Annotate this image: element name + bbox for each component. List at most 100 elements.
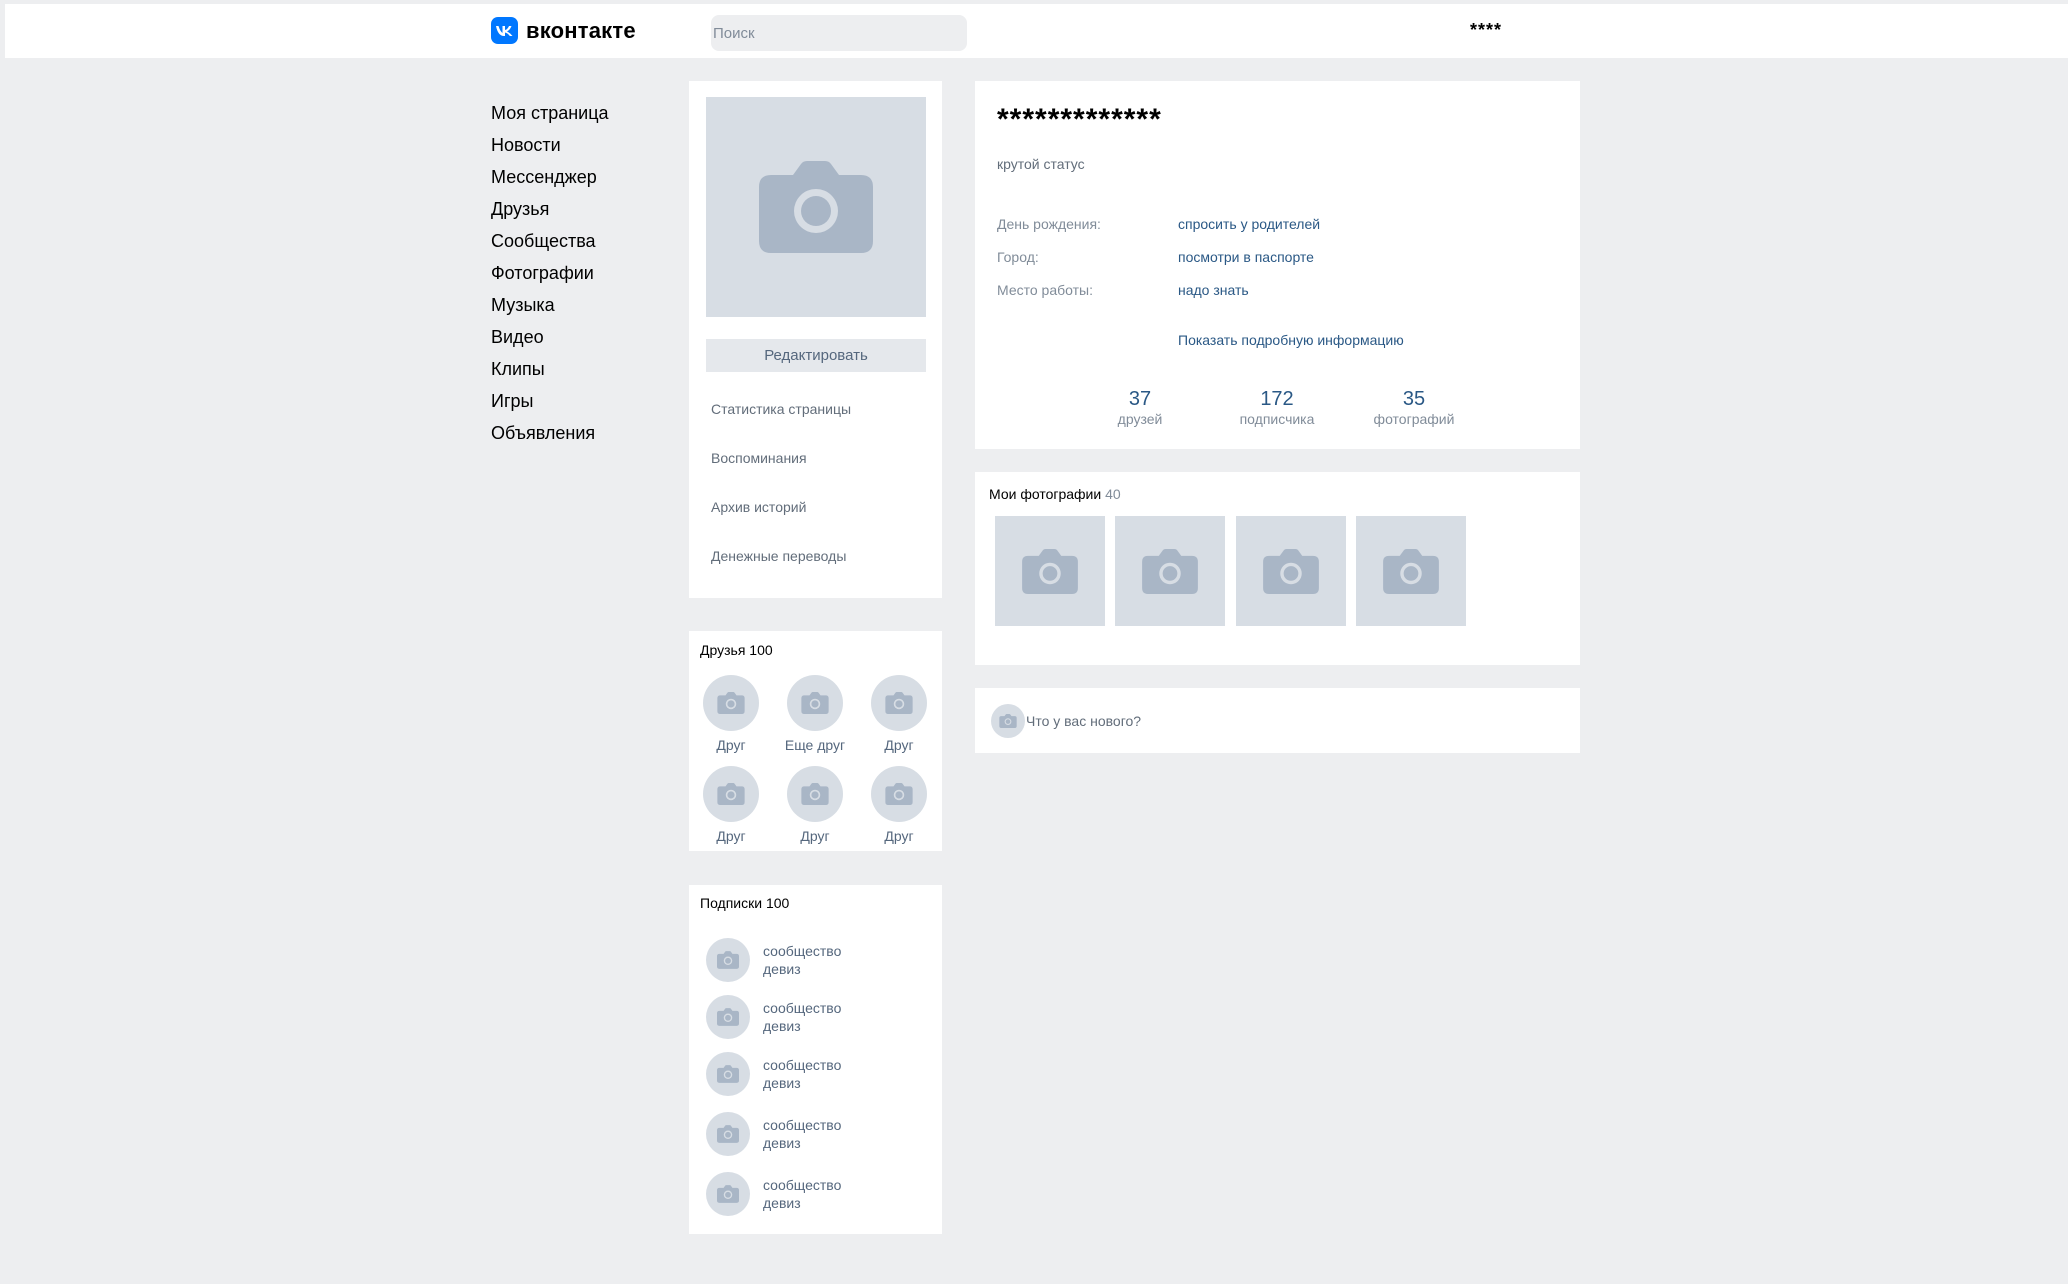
profile-name: *************	[997, 103, 1162, 136]
info-value[interactable]: посмотри в паспорте	[1178, 249, 1314, 265]
friend-item[interactable]: Друг	[857, 675, 941, 753]
counter-value: 35	[1402, 388, 1426, 410]
new-post-input[interactable]: Что у вас нового?	[1026, 713, 1141, 729]
community-avatar	[706, 995, 750, 1039]
friend-name: Друг	[716, 828, 746, 844]
camera-icon	[1022, 548, 1078, 594]
camera-icon	[717, 1185, 739, 1203]
camera-icon	[1383, 548, 1439, 594]
camera-icon	[885, 692, 913, 714]
friend-avatar	[871, 675, 927, 731]
left-nav: Моя страница Новости Мессенджер Друзья С…	[491, 98, 609, 450]
show-details-link[interactable]: Показать подробную информацию	[1178, 332, 1404, 348]
community-avatar	[706, 1172, 750, 1216]
community-name: сообщество	[763, 943, 842, 959]
info-label: Место работы:	[997, 282, 1093, 298]
counter-followers[interactable]: 172 подписчика	[1217, 388, 1337, 428]
photo-thumbnail[interactable]	[995, 516, 1105, 626]
camera-icon	[717, 951, 739, 969]
camera-icon	[717, 692, 745, 714]
nav-item-games[interactable]: Игры	[491, 386, 609, 418]
counter-friends[interactable]: 37 друзей	[1080, 388, 1200, 428]
friend-name: Еще друг	[784, 737, 846, 753]
nav-item-music[interactable]: Музыка	[491, 290, 609, 322]
community-avatar	[706, 1112, 750, 1156]
nav-item-my-page[interactable]: Моя страница	[491, 98, 609, 130]
community-name: сообщество	[763, 1057, 842, 1073]
camera-icon	[717, 1008, 739, 1026]
photo-thumbnail[interactable]	[1115, 516, 1225, 626]
counter-label: друзей	[1117, 411, 1163, 427]
community-avatar	[706, 938, 750, 982]
nav-item-communities[interactable]: Сообщества	[491, 226, 609, 258]
subscription-item[interactable]: сообщество девиз	[706, 938, 841, 982]
link-page-stats[interactable]: Статистика страницы	[711, 398, 851, 447]
nav-item-video[interactable]: Видео	[491, 322, 609, 354]
friend-avatar	[871, 766, 927, 822]
info-value[interactable]: надо знать	[1178, 282, 1249, 298]
my-photos-title[interactable]: Мои фотографии 40	[989, 486, 1121, 502]
link-memories[interactable]: Воспоминания	[711, 447, 851, 496]
user-menu[interactable]: ****	[1470, 20, 1502, 41]
community-avatar	[706, 1052, 750, 1096]
friend-item[interactable]: Друг	[689, 766, 773, 844]
friend-avatar	[703, 675, 759, 731]
photo-thumbnail[interactable]	[1356, 516, 1466, 626]
search-input[interactable]	[711, 15, 967, 51]
friend-item[interactable]: Друг	[857, 766, 941, 844]
vk-logo[interactable]: вконтакте	[491, 17, 636, 44]
friend-avatar	[703, 766, 759, 822]
friend-avatar	[787, 766, 843, 822]
community-motto: девиз	[763, 1135, 801, 1151]
camera-icon	[717, 1125, 739, 1143]
community-name: сообщество	[763, 1117, 842, 1133]
photos-count: 40	[1105, 486, 1121, 502]
subscription-item[interactable]: сообщество девиз	[706, 995, 841, 1039]
friends-title[interactable]: Друзья 100	[700, 642, 773, 658]
camera-icon	[717, 1065, 739, 1083]
subscription-item[interactable]: сообщество девиз	[706, 1052, 841, 1096]
community-name: сообщество	[763, 1177, 842, 1193]
friend-item[interactable]: Друг	[689, 675, 773, 753]
community-motto: девиз	[763, 961, 801, 977]
nav-item-friends[interactable]: Друзья	[491, 194, 609, 226]
profile-status[interactable]: крутой статус	[997, 156, 1085, 172]
nav-item-messenger[interactable]: Мессенджер	[491, 162, 609, 194]
community-motto: девиз	[763, 1018, 801, 1034]
friend-avatar	[787, 675, 843, 731]
friend-item[interactable]: Еще друг	[773, 675, 857, 753]
counter-label: фотографий	[1373, 411, 1455, 427]
counter-photos[interactable]: 35 фотографий	[1354, 388, 1474, 428]
top-header	[5, 4, 2068, 58]
camera-icon	[999, 714, 1017, 728]
profile-avatar[interactable]	[706, 97, 926, 317]
link-money-transfers[interactable]: Денежные переводы	[711, 545, 851, 594]
edit-profile-button[interactable]: Редактировать	[706, 339, 926, 372]
nav-item-ads[interactable]: Объявления	[491, 418, 609, 450]
subscription-item[interactable]: сообщество девиз	[706, 1172, 841, 1216]
subscriptions-title[interactable]: Подписки 100	[700, 895, 789, 911]
nav-item-clips[interactable]: Клипы	[491, 354, 609, 386]
friend-name: Друг	[716, 737, 746, 753]
counter-value: 172	[1260, 388, 1294, 410]
link-stories-archive[interactable]: Архив историй	[711, 496, 851, 545]
subscription-item[interactable]: сообщество девиз	[706, 1112, 841, 1156]
friend-item[interactable]: Друг	[773, 766, 857, 844]
camera-icon	[801, 783, 829, 805]
photos-title-text: Мои фотографии	[989, 486, 1102, 502]
camera-icon	[1142, 548, 1198, 594]
nav-item-news[interactable]: Новости	[491, 130, 609, 162]
friend-name: Друг	[884, 828, 914, 844]
counter-label: подписчика	[1239, 411, 1315, 427]
friend-name: Друг	[800, 828, 830, 844]
nav-item-photos[interactable]: Фотографии	[491, 258, 609, 290]
info-label: День рождения:	[997, 216, 1101, 232]
info-row-birthday: День рождения: спросить у родителей	[997, 216, 1320, 232]
vk-logo-icon	[491, 17, 518, 44]
friend-name: Друг	[884, 737, 914, 753]
camera-icon	[759, 161, 873, 253]
photo-thumbnail[interactable]	[1236, 516, 1346, 626]
community-motto: девиз	[763, 1075, 801, 1091]
info-value[interactable]: спросить у родителей	[1178, 216, 1320, 232]
info-label: Город:	[997, 249, 1039, 265]
